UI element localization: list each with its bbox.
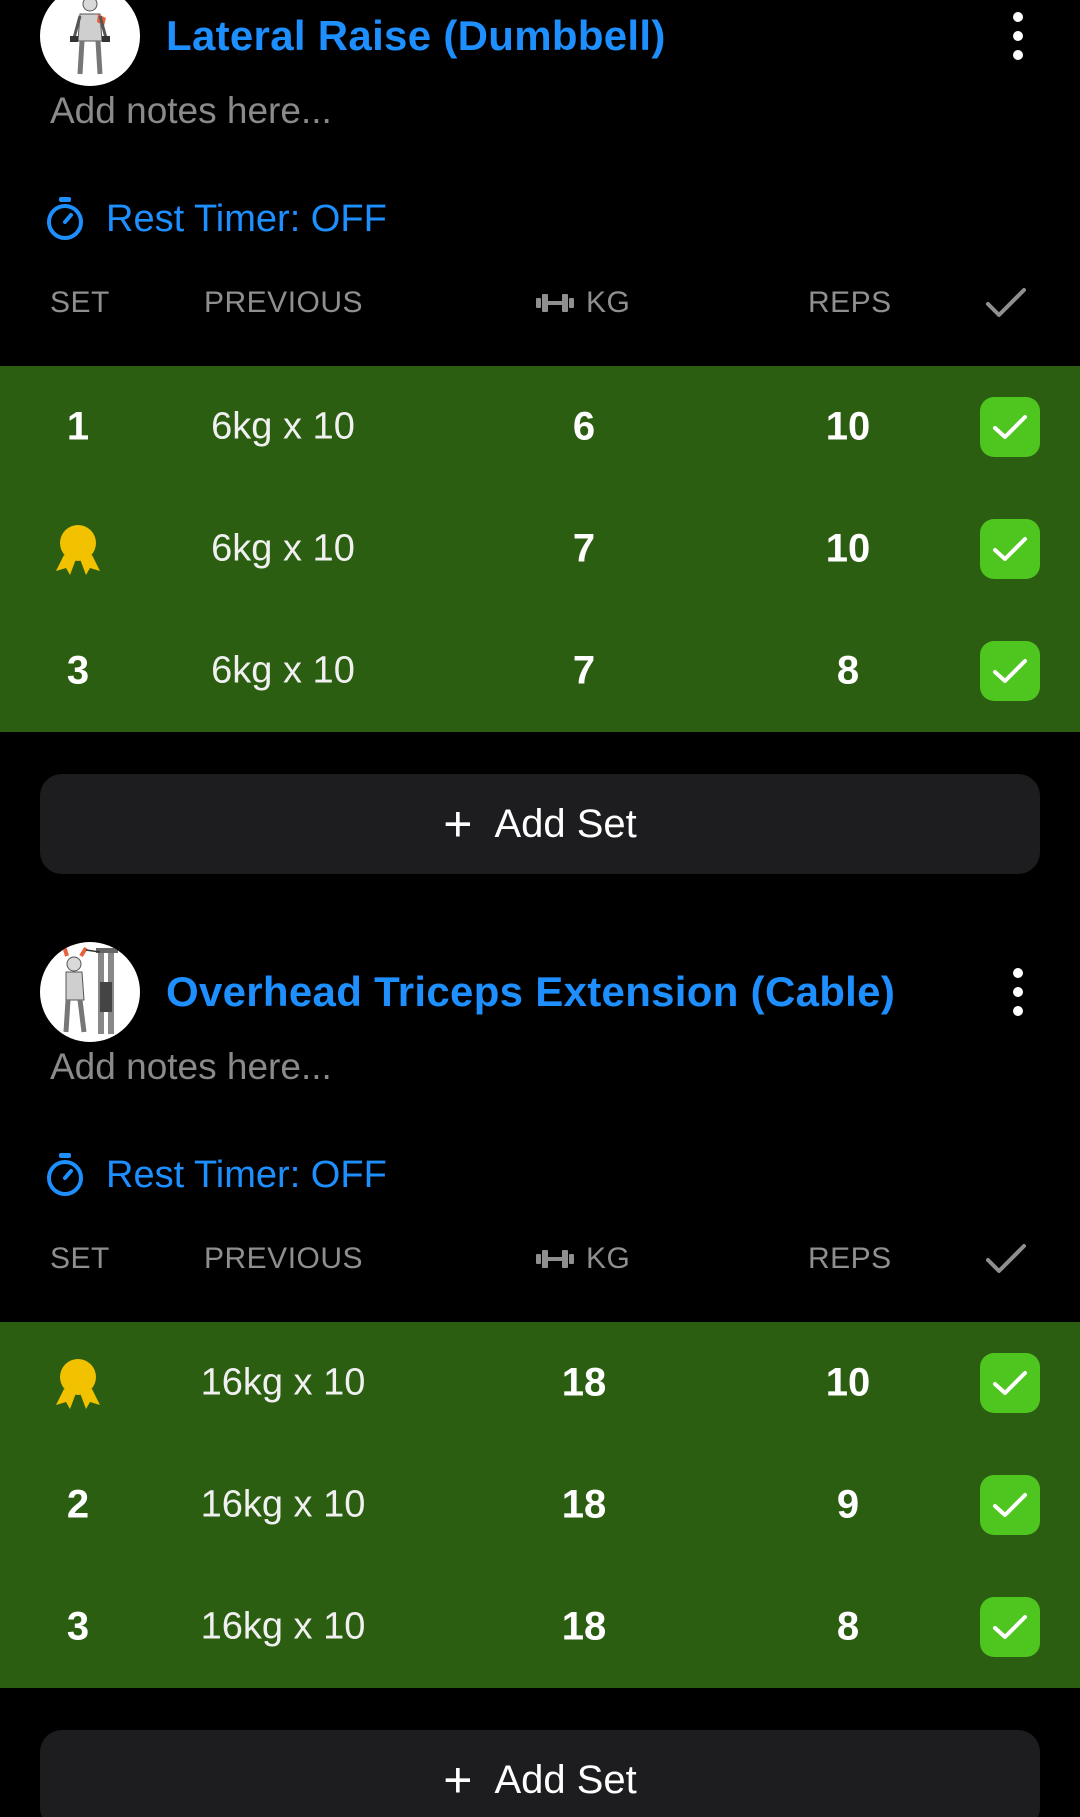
set-row: 3 16kg x 10 18 8 xyxy=(0,1566,1080,1688)
kg-input[interactable]: 18 xyxy=(534,1361,634,1406)
previous-value[interactable]: 16kg x 10 xyxy=(160,1484,406,1527)
rest-timer-button[interactable]: Rest Timer: OFF xyxy=(44,194,387,244)
header-previous: PREVIOUS xyxy=(204,286,364,319)
set-number[interactable]: 1 xyxy=(40,405,116,450)
checkmark-icon xyxy=(993,537,1027,561)
set-row: 3 6kg x 10 7 8 xyxy=(0,610,1080,732)
reps-input[interactable]: 10 xyxy=(798,405,898,450)
reps-input[interactable]: 10 xyxy=(798,527,898,572)
sets-table: 16kg x 10 18 10 2 16kg x 10 18 9 3 16kg … xyxy=(0,1322,1080,1688)
reps-input[interactable]: 9 xyxy=(798,1483,898,1528)
exercise-title[interactable]: Lateral Raise (Dumbbell) xyxy=(166,12,666,60)
add-set-button[interactable]: + Add Set xyxy=(40,1730,1040,1817)
medal-icon[interactable] xyxy=(50,1355,106,1411)
notes-input[interactable]: Add notes here... xyxy=(50,1046,332,1088)
header-kg-label: KG xyxy=(586,286,631,319)
more-options-icon[interactable] xyxy=(996,962,1040,1022)
exercise-header: Lateral Raise (Dumbbell) xyxy=(0,0,1080,86)
complete-set-checkbox[interactable] xyxy=(980,1475,1040,1535)
previous-value[interactable]: 6kg x 10 xyxy=(160,528,406,571)
kg-input[interactable]: 7 xyxy=(534,649,634,694)
add-set-label: Add Set xyxy=(494,801,637,846)
kg-input[interactable]: 7 xyxy=(534,527,634,572)
previous-value[interactable]: 6kg x 10 xyxy=(160,406,406,449)
reps-input[interactable]: 10 xyxy=(798,1361,898,1406)
rest-timer-button[interactable]: Rest Timer: OFF xyxy=(44,1150,387,1200)
exercise-title[interactable]: Overhead Triceps Extension (Cable) xyxy=(166,968,895,1016)
header-set: SET xyxy=(50,1242,110,1275)
complete-set-checkbox[interactable] xyxy=(980,397,1040,457)
header-set: SET xyxy=(50,286,110,319)
complete-set-checkbox[interactable] xyxy=(980,1597,1040,1657)
sets-table: 1 6kg x 10 6 10 6kg x 10 7 10 3 6kg x 10 xyxy=(0,366,1080,732)
reps-input[interactable]: 8 xyxy=(798,649,898,694)
plus-icon: + xyxy=(443,796,473,852)
complete-set-checkbox[interactable] xyxy=(980,519,1040,579)
more-options-icon[interactable] xyxy=(996,6,1040,66)
add-set-label: Add Set xyxy=(494,1757,637,1802)
kg-input[interactable]: 6 xyxy=(534,405,634,450)
checkmark-icon xyxy=(993,1615,1027,1639)
header-kg-label: KG xyxy=(586,1242,631,1275)
dumbbell-icon xyxy=(536,1250,574,1268)
header-previous: PREVIOUS xyxy=(204,1242,364,1275)
add-set-button[interactable]: + Add Set xyxy=(40,774,1040,874)
set-number[interactable]: 3 xyxy=(40,1605,116,1650)
lateral-raise-illustration-icon xyxy=(70,0,110,75)
plus-icon: + xyxy=(443,1752,473,1808)
checkmark-icon xyxy=(993,415,1027,439)
exercise-thumbnail[interactable] xyxy=(40,942,140,1042)
header-reps: REPS xyxy=(808,286,892,319)
previous-value[interactable]: 16kg x 10 xyxy=(160,1362,406,1405)
sets-table-header: SET PREVIOUS KG REPS xyxy=(0,278,1080,328)
header-reps: REPS xyxy=(808,1242,892,1275)
set-number[interactable]: 3 xyxy=(40,649,116,694)
set-row: 1 6kg x 10 6 10 xyxy=(0,366,1080,488)
exercise-header: Overhead Triceps Extension (Cable) xyxy=(0,942,1080,1042)
header-kg: KG xyxy=(536,1242,630,1276)
complete-set-checkbox[interactable] xyxy=(980,1353,1040,1413)
stopwatch-icon xyxy=(47,197,83,240)
rest-timer-label: Rest Timer: OFF xyxy=(106,1153,387,1196)
checkmark-icon xyxy=(993,1493,1027,1517)
rest-timer-label: Rest Timer: OFF xyxy=(106,197,387,240)
previous-value[interactable]: 16kg x 10 xyxy=(160,1606,406,1649)
cable-triceps-illustration-icon xyxy=(62,945,118,1034)
set-number[interactable]: 2 xyxy=(40,1483,116,1528)
checkmark-icon xyxy=(993,659,1027,683)
checkmark-header-icon xyxy=(986,1244,1026,1273)
previous-value[interactable]: 6kg x 10 xyxy=(160,650,406,693)
checkmark-header-icon xyxy=(986,288,1026,317)
header-kg: KG xyxy=(536,286,630,320)
checkmark-icon xyxy=(993,1371,1027,1395)
notes-input[interactable]: Add notes here... xyxy=(50,90,332,132)
set-row: 16kg x 10 18 10 xyxy=(0,1322,1080,1444)
kg-input[interactable]: 18 xyxy=(534,1605,634,1650)
kg-input[interactable]: 18 xyxy=(534,1483,634,1528)
set-row: 2 16kg x 10 18 9 xyxy=(0,1444,1080,1566)
set-row: 6kg x 10 7 10 xyxy=(0,488,1080,610)
complete-set-checkbox[interactable] xyxy=(980,641,1040,701)
medal-icon[interactable] xyxy=(50,521,106,577)
exercise-thumbnail[interactable] xyxy=(40,0,140,86)
sets-table-header: SET PREVIOUS KG REPS xyxy=(0,1234,1080,1284)
reps-input[interactable]: 8 xyxy=(798,1605,898,1650)
dumbbell-icon xyxy=(536,294,574,312)
stopwatch-icon xyxy=(47,1153,83,1196)
